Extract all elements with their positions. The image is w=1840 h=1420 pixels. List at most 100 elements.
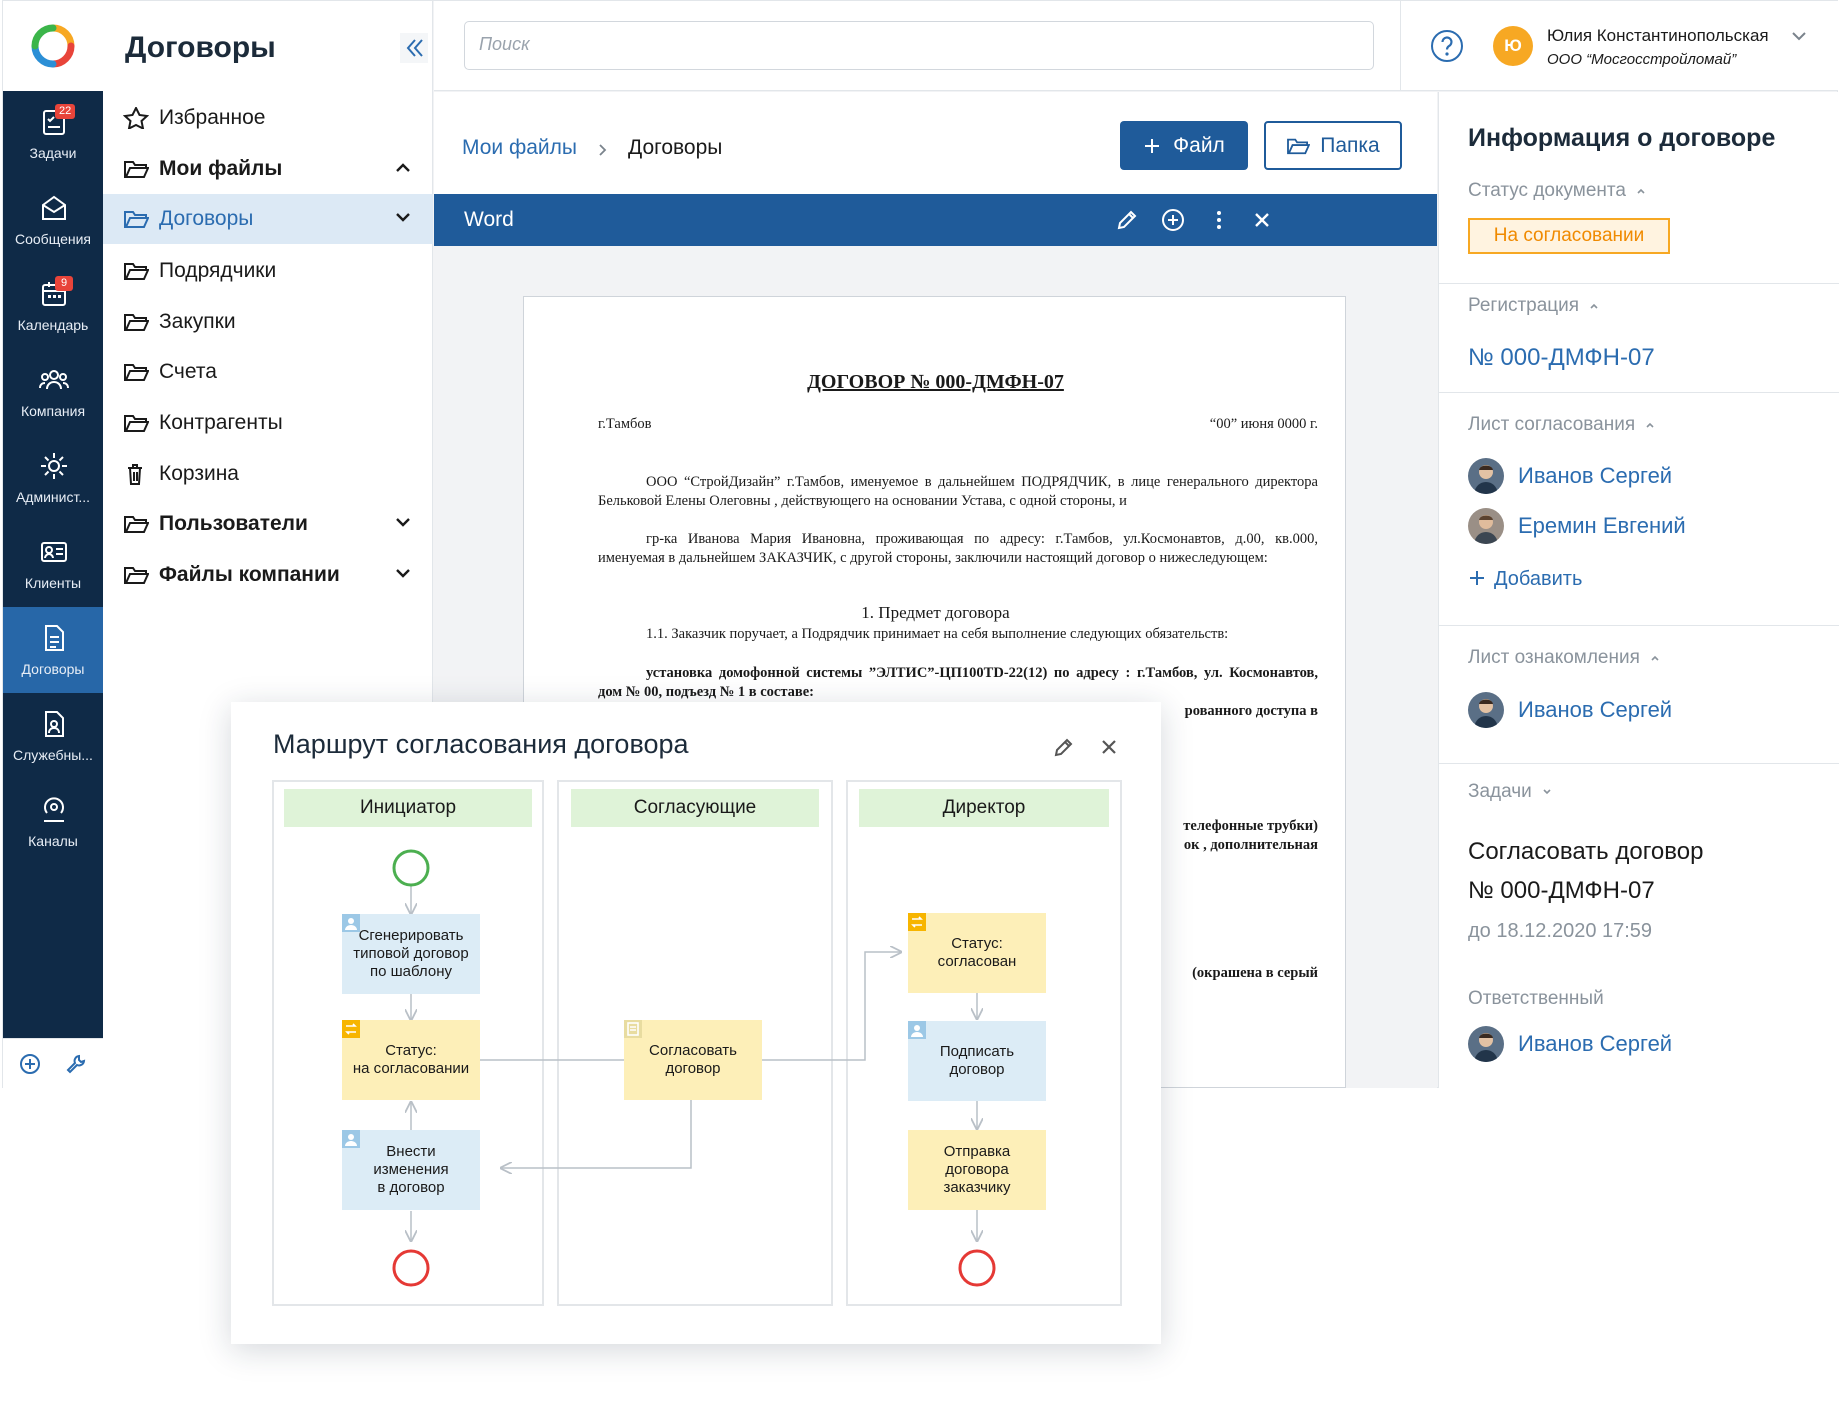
tree-item-users[interactable]: Пользователи — [103, 499, 433, 549]
approval-list-header[interactable]: Лист согласования — [1468, 414, 1655, 436]
add-approver-button[interactable]: Добавить — [1468, 568, 1582, 591]
tree-item-label: Пользователи — [159, 512, 308, 535]
breadcrumb-parent[interactable]: Мои файлы — [462, 136, 577, 160]
tree-item-invoices[interactable]: Счета — [103, 347, 433, 397]
step-sign-contract[interactable]: Подписать договор — [908, 1021, 1046, 1101]
section-label: Задачи — [1468, 781, 1532, 802]
chevron-down-icon[interactable] — [395, 211, 411, 223]
task-title[interactable]: Согласовать договор № 000-ДМФН-07 — [1468, 832, 1703, 910]
divider — [1439, 763, 1839, 764]
app-logo[interactable] — [3, 1, 103, 91]
section-label: Лист ознакомления — [1468, 647, 1640, 668]
step-send-to-customer[interactable]: Отправка договора заказчику — [908, 1130, 1046, 1210]
folder-open-icon — [1287, 138, 1311, 154]
document-icon — [45, 625, 64, 651]
approver-eremin[interactable]: Еремин Евгений — [1468, 508, 1686, 544]
step-status-approved[interactable]: Статус: согласован — [908, 913, 1046, 993]
registration-section-header[interactable]: Регистрация — [1468, 295, 1599, 317]
rail-item-service[interactable]: Служебны... — [3, 693, 103, 779]
step-generate-contract[interactable]: Сгенерировать типовой договор по шаблону — [342, 914, 480, 994]
contract-date: “00” июня 0000 г. — [1209, 416, 1318, 432]
rail-item-tasks[interactable]: 22 Задачи — [3, 91, 103, 177]
document-toolbar: Word — [434, 194, 1437, 246]
tree-item-label: Подрядчики — [159, 259, 277, 282]
approver-ivanov[interactable]: Иванов Сергей — [1468, 458, 1672, 494]
rail-item-company[interactable]: Компания — [3, 349, 103, 435]
end-event — [392, 1249, 430, 1287]
node-line: в договор — [377, 1179, 445, 1196]
rail-item-admin[interactable]: Админист... — [3, 435, 103, 521]
chevron-down-icon[interactable] — [1791, 30, 1807, 42]
tree-item-favorites[interactable]: Избранное — [103, 93, 433, 143]
node-line: на согласовании — [352, 1060, 470, 1077]
breadcrumb-bar: Мои файлы Договоры Файл Папка — [434, 92, 1437, 194]
contract-heading: ДОГОВОР № 000-ДМФН-07 — [807, 371, 1064, 393]
badge-doc-icon — [45, 711, 64, 737]
id-card-icon — [41, 542, 67, 562]
add-folder-label: Папка — [1320, 133, 1380, 157]
step-approve-contract[interactable]: Согласовать договор — [624, 1020, 762, 1100]
more-vertical-icon[interactable] — [1206, 207, 1232, 233]
avatar — [1468, 508, 1504, 544]
end-event — [958, 1249, 996, 1287]
panel-title: Информация о договоре — [1468, 124, 1776, 152]
chevron-down-icon[interactable] — [395, 567, 411, 579]
tree-item-my-files[interactable]: Мои файлы — [103, 144, 433, 194]
rail-item-label: Каналы — [28, 833, 78, 849]
tree-item-label: Корзина — [159, 462, 239, 485]
nav-rail: 22 Задачи Сообщения 9 Календарь Компания… — [3, 1, 103, 1088]
registration-number[interactable]: № 000-ДМФН-07 — [1468, 344, 1655, 372]
add-file-button[interactable]: Файл — [1120, 121, 1248, 170]
help-icon[interactable] — [1430, 29, 1464, 63]
rail-item-label: Служебны... — [13, 747, 93, 763]
add-folder-button[interactable]: Папка — [1264, 121, 1402, 170]
add-circle-icon[interactable] — [19, 1053, 41, 1075]
folder-open-icon — [124, 516, 149, 533]
tree-item-purchases[interactable]: Закупки — [103, 297, 433, 347]
tree-item-label: Закупки — [159, 310, 236, 333]
status-badge[interactable]: На согласовании — [1468, 218, 1670, 254]
tasks-section-header[interactable]: Задачи — [1468, 781, 1552, 803]
acknowledgement-list-header[interactable]: Лист ознакомления — [1468, 647, 1660, 669]
rail-item-calendar[interactable]: 9 Календарь — [3, 263, 103, 349]
tree-item-counterparties[interactable]: Контрагенты — [103, 398, 433, 448]
folder-open-icon — [124, 211, 149, 228]
node-line: договор — [949, 1061, 1005, 1078]
divider — [1439, 625, 1839, 626]
node-line: Подписать — [939, 1043, 1015, 1060]
search-input[interactable]: Поиск — [464, 21, 1374, 70]
user-name[interactable]: Юлия Константинопольская — [1547, 26, 1769, 46]
rail-item-contracts[interactable]: Договоры — [3, 607, 103, 693]
status-section-header[interactable]: Статус документа — [1468, 180, 1646, 202]
messages-icon — [42, 195, 66, 220]
chevron-down-icon[interactable] — [395, 516, 411, 528]
user-avatar[interactable]: Ю — [1493, 26, 1533, 66]
responsible-ivanov[interactable]: Иванов Сергей — [1468, 1026, 1672, 1062]
broadcast-icon — [44, 797, 64, 822]
acknowledger-ivanov[interactable]: Иванов Сергей — [1468, 692, 1672, 728]
task-due-date: до 18.12.2020 17:59 — [1468, 920, 1653, 942]
approval-route-card: Маршрут согласования договора Инициатор … — [231, 702, 1161, 1344]
folder-open-icon — [124, 364, 149, 381]
rail-item-label: Админист... — [15, 489, 91, 505]
rail-item-clients[interactable]: Клиенты — [3, 521, 103, 607]
close-icon[interactable] — [1249, 207, 1275, 233]
tree-item-contractors[interactable]: Подрядчики — [103, 246, 433, 296]
section-label: Статус документа — [1468, 180, 1626, 201]
rail-item-messages[interactable]: Сообщения — [3, 177, 103, 263]
node-line: договора — [945, 1161, 1009, 1178]
step-status-pending[interactable]: Статус: на согласовании — [342, 1020, 480, 1100]
step-edit-contract[interactable]: Внести изменения в договор — [342, 1130, 480, 1210]
chevron-down-icon — [1543, 789, 1551, 795]
add-circle-icon[interactable] — [1160, 207, 1186, 233]
rail-item-channels[interactable]: Каналы — [3, 779, 103, 865]
tree-item-trash[interactable]: Корзина — [103, 449, 433, 499]
edit-icon[interactable] — [1114, 207, 1140, 233]
tree-item-contracts[interactable]: Договоры — [103, 194, 433, 244]
rail-item-label: Календарь — [17, 317, 89, 333]
tree-item-company-files[interactable]: Файлы компании — [103, 550, 433, 600]
collapse-panel-icon[interactable] — [400, 33, 428, 63]
person-name: Иванов Сергей — [1518, 463, 1673, 488]
wrench-icon[interactable] — [65, 1053, 87, 1075]
chevron-up-icon[interactable] — [395, 161, 411, 173]
